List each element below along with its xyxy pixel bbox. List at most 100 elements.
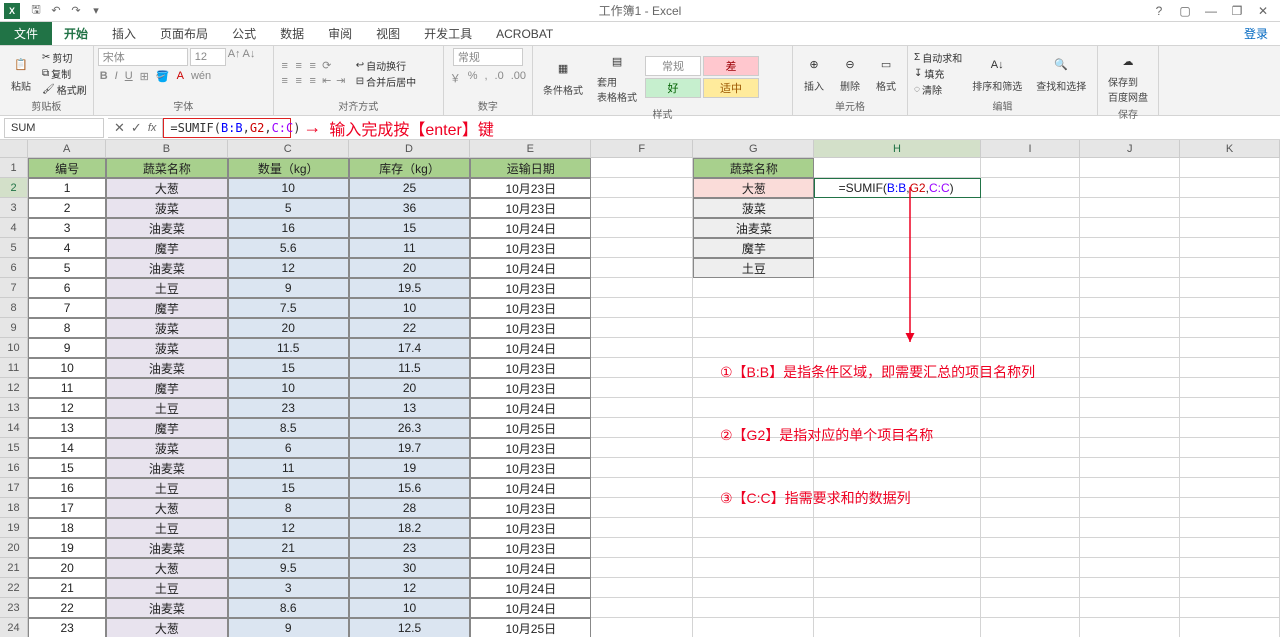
- cell-E18[interactable]: 10月23日: [470, 498, 591, 518]
- cell-E3[interactable]: 10月23日: [470, 198, 591, 218]
- wrap-text-button[interactable]: ↩自动换行: [354, 58, 418, 73]
- row-header-2[interactable]: 2: [0, 178, 28, 198]
- cell-I21[interactable]: [981, 558, 1081, 578]
- fill-button[interactable]: ↧填充: [912, 66, 964, 81]
- align-bot-icon[interactable]: ≡: [306, 60, 320, 72]
- cell-H24[interactable]: [814, 618, 980, 637]
- restore-icon[interactable]: ❐: [1228, 4, 1246, 18]
- cell-H6[interactable]: [814, 258, 980, 278]
- cell-D7[interactable]: 19.5: [349, 278, 470, 298]
- cell-H23[interactable]: [814, 598, 980, 618]
- cell-F11[interactable]: [591, 358, 693, 378]
- cell-K1[interactable]: [1180, 158, 1280, 178]
- cell-I22[interactable]: [981, 578, 1081, 598]
- cell-A9[interactable]: 8: [28, 318, 106, 338]
- row-header-14[interactable]: 14: [0, 418, 28, 438]
- cell-J20[interactable]: [1080, 538, 1180, 558]
- cell-C2[interactable]: 10: [228, 178, 349, 198]
- cell-D14[interactable]: 26.3: [349, 418, 470, 438]
- cell-H3[interactable]: [814, 198, 980, 218]
- enter-formula-icon[interactable]: ✓: [131, 120, 142, 136]
- cell-I6[interactable]: [981, 258, 1081, 278]
- cell-F19[interactable]: [591, 518, 693, 538]
- tab-review[interactable]: 审阅: [316, 22, 364, 45]
- cell-E16[interactable]: 10月23日: [470, 458, 591, 478]
- cell-D20[interactable]: 23: [349, 538, 470, 558]
- cell-J1[interactable]: [1080, 158, 1180, 178]
- tab-insert[interactable]: 插入: [100, 22, 148, 45]
- insert-cell-button[interactable]: ⊕插入: [797, 52, 831, 95]
- cell-H5[interactable]: [814, 238, 980, 258]
- cell-J12[interactable]: [1080, 378, 1180, 398]
- cell-J22[interactable]: [1080, 578, 1180, 598]
- cell-A22[interactable]: 21: [28, 578, 106, 598]
- cell-I9[interactable]: [981, 318, 1081, 338]
- cell-A18[interactable]: 17: [28, 498, 106, 518]
- cell-I24[interactable]: [981, 618, 1081, 637]
- cell-B15[interactable]: 菠菜: [106, 438, 227, 458]
- cell-E22[interactable]: 10月24日: [470, 578, 591, 598]
- cell-B22[interactable]: 土豆: [106, 578, 227, 598]
- cell-G11[interactable]: [693, 358, 814, 378]
- autosum-button[interactable]: Σ自动求和: [912, 50, 964, 65]
- select-all-corner[interactable]: [0, 140, 28, 158]
- cell-D23[interactable]: 10: [349, 598, 470, 618]
- cell-H10[interactable]: [814, 338, 980, 358]
- cell-H21[interactable]: [814, 558, 980, 578]
- signin-link[interactable]: 登录: [1244, 25, 1280, 42]
- col-header-H[interactable]: H: [814, 140, 980, 158]
- cell-I8[interactable]: [981, 298, 1081, 318]
- cell-D8[interactable]: 10: [349, 298, 470, 318]
- cell-K20[interactable]: [1180, 538, 1280, 558]
- indent-inc-icon[interactable]: ⇥: [334, 74, 348, 87]
- qat-dropdown-icon[interactable]: ▾: [88, 3, 104, 19]
- col-header-C[interactable]: C: [228, 140, 349, 158]
- cell-K11[interactable]: [1180, 358, 1280, 378]
- cell-J18[interactable]: [1080, 498, 1180, 518]
- cell-K9[interactable]: [1180, 318, 1280, 338]
- cell-E4[interactable]: 10月24日: [470, 218, 591, 238]
- cell-K17[interactable]: [1180, 478, 1280, 498]
- cell-E20[interactable]: 10月23日: [470, 538, 591, 558]
- cell-F2[interactable]: [591, 178, 693, 198]
- cell-C4[interactable]: 16: [228, 218, 349, 238]
- row-header-10[interactable]: 10: [0, 338, 28, 358]
- cell-D18[interactable]: 28: [349, 498, 470, 518]
- font-name-combo[interactable]: 宋体: [98, 48, 188, 66]
- cell-C1[interactable]: 数量（kg）: [228, 158, 349, 178]
- cell-A23[interactable]: 22: [28, 598, 106, 618]
- cell-F10[interactable]: [591, 338, 693, 358]
- cell-J3[interactable]: [1080, 198, 1180, 218]
- cell-C9[interactable]: 20: [228, 318, 349, 338]
- cell-G10[interactable]: [693, 338, 814, 358]
- cell-F17[interactable]: [591, 478, 693, 498]
- cell-I17[interactable]: [981, 478, 1081, 498]
- fx-icon[interactable]: fx: [148, 122, 157, 134]
- style-neutral[interactable]: 适中: [703, 78, 759, 98]
- row-header-12[interactable]: 12: [0, 378, 28, 398]
- cell-I16[interactable]: [981, 458, 1081, 478]
- cell-C12[interactable]: 10: [228, 378, 349, 398]
- cell-H19[interactable]: [814, 518, 980, 538]
- cell-B11[interactable]: 油麦菜: [106, 358, 227, 378]
- cell-D6[interactable]: 20: [349, 258, 470, 278]
- fill-color-icon[interactable]: 🪣: [154, 69, 172, 84]
- cell-D13[interactable]: 13: [349, 398, 470, 418]
- cell-K8[interactable]: [1180, 298, 1280, 318]
- cell-G1[interactable]: 蔬菜名称: [693, 158, 814, 178]
- row-header-18[interactable]: 18: [0, 498, 28, 518]
- cell-B6[interactable]: 油麦菜: [106, 258, 227, 278]
- col-header-K[interactable]: K: [1180, 140, 1280, 158]
- cell-D21[interactable]: 30: [349, 558, 470, 578]
- cell-J4[interactable]: [1080, 218, 1180, 238]
- save-icon[interactable]: 🖫: [28, 3, 44, 19]
- cell-J11[interactable]: [1080, 358, 1180, 378]
- inc-dec-icon[interactable]: .0: [493, 69, 506, 87]
- cell-G8[interactable]: [693, 298, 814, 318]
- row-header-20[interactable]: 20: [0, 538, 28, 558]
- tab-layout[interactable]: 页面布局: [148, 22, 220, 45]
- cell-A13[interactable]: 12: [28, 398, 106, 418]
- cell-A15[interactable]: 14: [28, 438, 106, 458]
- cell-C14[interactable]: 8.5: [228, 418, 349, 438]
- cell-A8[interactable]: 7: [28, 298, 106, 318]
